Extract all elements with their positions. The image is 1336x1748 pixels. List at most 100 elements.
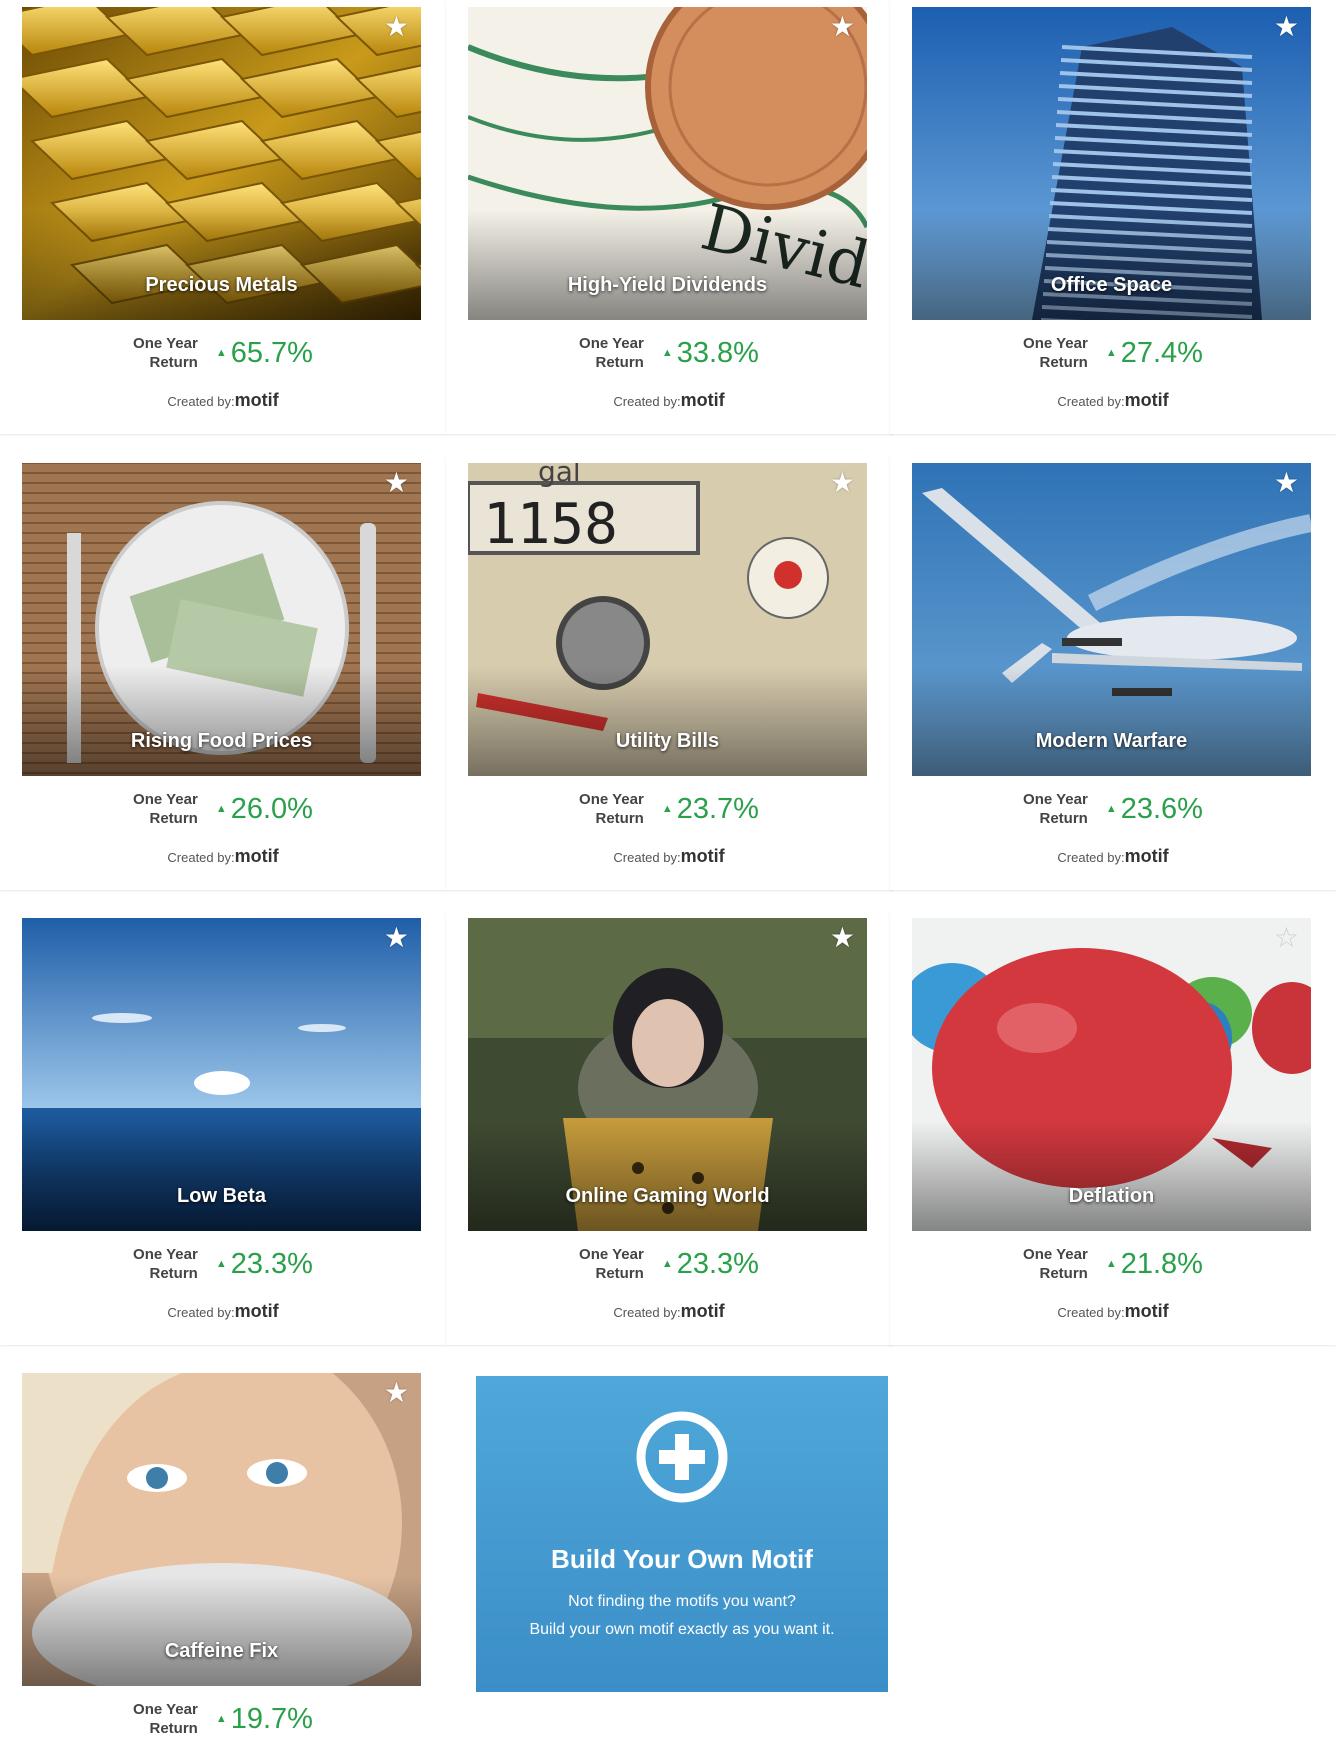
return-label: One Year Return — [1023, 334, 1088, 372]
one-year-return: One Year Return ▲ 23.7% — [446, 786, 892, 832]
thumbnail-shade — [22, 1576, 421, 1686]
motif-logo: motif — [1124, 390, 1169, 410]
return-label: One Year Return — [133, 1245, 198, 1283]
return-label: One Year Return — [579, 790, 644, 828]
motif-logo: motif — [234, 1301, 279, 1321]
favorite-star-icon[interactable]: ★ — [384, 469, 409, 497]
one-year-return: One Year Return ▲ 65.7% — [0, 330, 446, 376]
favorite-star-icon[interactable]: ★ — [384, 924, 409, 952]
return-value: ▲ 23.7% — [662, 793, 759, 826]
favorite-star-icon[interactable]: ★ — [830, 924, 855, 952]
motif-thumbnail[interactable]: Modern Warfare ★ — [912, 463, 1311, 776]
up-triangle-icon: ▲ — [1105, 803, 1117, 815]
up-triangle-icon: ▲ — [1105, 1258, 1117, 1270]
return-percent: 19.7% — [230, 1702, 313, 1735]
return-label-line-1: One Year — [133, 335, 198, 352]
return-label-line-1: One Year — [1023, 791, 1088, 808]
return-percent: 26.0% — [230, 792, 313, 825]
favorite-star-icon[interactable]: ☆ — [1274, 924, 1299, 952]
motif-title: Caffeine Fix — [164, 1640, 279, 1662]
motif-logo: motif — [680, 846, 725, 866]
return-label-line-2: Return — [149, 1720, 198, 1737]
one-year-return: One Year Return ▲ 23.3% — [446, 1241, 892, 1287]
up-triangle-icon: ▲ — [215, 347, 227, 359]
thumbnail-shade — [22, 666, 421, 776]
motif-title: Office Space — [1050, 274, 1173, 296]
motif-card[interactable]: Precious Metals ★ One Year Return ▲ 65.7… — [0, 0, 446, 434]
created-by-label: Created by: — [167, 850, 235, 865]
motif-card[interactable]: Low Beta ★ One Year Return ▲ 23.3% Creat… — [0, 911, 446, 1345]
motif-thumbnail[interactable]: Office Space ★ — [912, 7, 1311, 320]
build-your-own-motif-card[interactable]: Build Your Own Motif Not finding the mot… — [476, 1376, 888, 1692]
up-triangle-icon: ▲ — [215, 1713, 227, 1725]
thumbnail-shade — [912, 1121, 1311, 1231]
motif-logo: motif — [680, 390, 725, 410]
return-label-line-1: One Year — [579, 1246, 644, 1263]
one-year-return: One Year Return ▲ 23.3% — [0, 1241, 446, 1287]
thumbnail-shade — [912, 666, 1311, 776]
one-year-return: One Year Return ▲ 23.6% — [890, 786, 1336, 832]
return-label-line-1: One Year — [1023, 1246, 1088, 1263]
motif-title: High-Yield Dividends — [567, 274, 768, 296]
favorite-star-icon[interactable]: ★ — [384, 13, 409, 41]
up-triangle-icon: ▲ — [215, 1258, 227, 1270]
favorite-star-icon[interactable]: ★ — [1274, 469, 1299, 497]
motif-title: Rising Food Prices — [130, 730, 313, 752]
motif-card[interactable]: Office Space ★ One Year Return ▲ 27.4% C… — [890, 0, 1336, 434]
motif-card[interactable]: Online Gaming World ★ One Year Return ▲ … — [446, 911, 892, 1345]
favorite-star-icon[interactable]: ★ — [830, 469, 855, 497]
build-card-description: Not finding the motifs you want? Build y… — [476, 1588, 888, 1644]
motif-thumbnail[interactable]: Caffeine Fix ★ — [22, 1373, 421, 1686]
motif-card[interactable]: Rising Food Prices ★ One Year Return ▲ 2… — [0, 456, 446, 890]
thumbnail-shade — [22, 210, 421, 320]
created-by-label: Created by: — [613, 850, 681, 865]
return-label-line-2: Return — [595, 1265, 644, 1282]
return-percent: 27.4% — [1120, 336, 1203, 369]
motif-title: Online Gaming World — [565, 1185, 770, 1207]
return-percent: 33.8% — [676, 336, 759, 369]
motif-logo: motif — [1124, 846, 1169, 866]
build-card-line-1: Not finding the motifs you want? — [568, 1593, 796, 1610]
return-value: ▲ 33.8% — [662, 337, 759, 370]
motif-thumbnail[interactable]: Rising Food Prices ★ — [22, 463, 421, 776]
motif-thumbnail[interactable]: Dividen High-Yield Dividends ★ — [468, 7, 867, 320]
created-by: Created by:motif — [0, 1301, 446, 1322]
motif-card[interactable]: Modern Warfare ★ One Year Return ▲ 23.6%… — [890, 456, 1336, 890]
motif-thumbnail[interactable]: 1158 gal Utility Bills ★ — [468, 463, 867, 776]
up-triangle-icon: ▲ — [661, 1258, 673, 1270]
one-year-return: One Year Return ▲ 19.7% — [0, 1696, 446, 1742]
created-by-label: Created by: — [167, 394, 235, 409]
motif-logo: motif — [1124, 1301, 1169, 1321]
return-percent: 21.8% — [1120, 1247, 1203, 1280]
return-percent: 65.7% — [230, 336, 313, 369]
motif-thumbnail[interactable]: Low Beta ★ — [22, 918, 421, 1231]
one-year-return: One Year Return ▲ 27.4% — [890, 330, 1336, 376]
thumbnail-shade — [468, 1121, 867, 1231]
favorite-star-icon[interactable]: ★ — [384, 1379, 409, 1407]
return-percent: 23.6% — [1120, 792, 1203, 825]
return-label-line-1: One Year — [133, 1701, 198, 1718]
created-by-label: Created by: — [1057, 1305, 1125, 1320]
return-value: ▲ 19.7% — [216, 1703, 313, 1736]
created-by-label: Created by: — [613, 1305, 681, 1320]
motif-card[interactable]: Caffeine Fix ★ One Year Return ▲ 19.7% C… — [0, 1366, 446, 1748]
motif-thumbnail[interactable]: Deflation ☆ — [912, 918, 1311, 1231]
favorite-star-icon[interactable]: ★ — [1274, 13, 1299, 41]
motif-thumbnail[interactable]: Precious Metals ★ — [22, 7, 421, 320]
thumbnail-shade — [22, 1121, 421, 1231]
motif-card[interactable]: 1158 gal Utility Bills ★ One Year Return… — [446, 456, 892, 890]
motif-card[interactable]: Deflation ☆ One Year Return ▲ 21.8% Crea… — [890, 911, 1336, 1345]
motif-thumbnail[interactable]: Online Gaming World ★ — [468, 918, 867, 1231]
thumbnail-shade — [468, 210, 867, 320]
return-value: ▲ 21.8% — [1106, 1248, 1203, 1281]
created-by: Created by:motif — [446, 1301, 892, 1322]
motif-card[interactable]: Dividen High-Yield Dividends ★ One Year … — [446, 0, 892, 434]
created-by: Created by:motif — [890, 1301, 1336, 1322]
up-triangle-icon: ▲ — [661, 803, 673, 815]
thumbnail-shade — [912, 210, 1311, 320]
thumbnail-shade — [468, 666, 867, 776]
return-label-line-2: Return — [149, 810, 198, 827]
favorite-star-icon[interactable]: ★ — [830, 13, 855, 41]
return-label: One Year Return — [133, 790, 198, 828]
one-year-return: One Year Return ▲ 26.0% — [0, 786, 446, 832]
